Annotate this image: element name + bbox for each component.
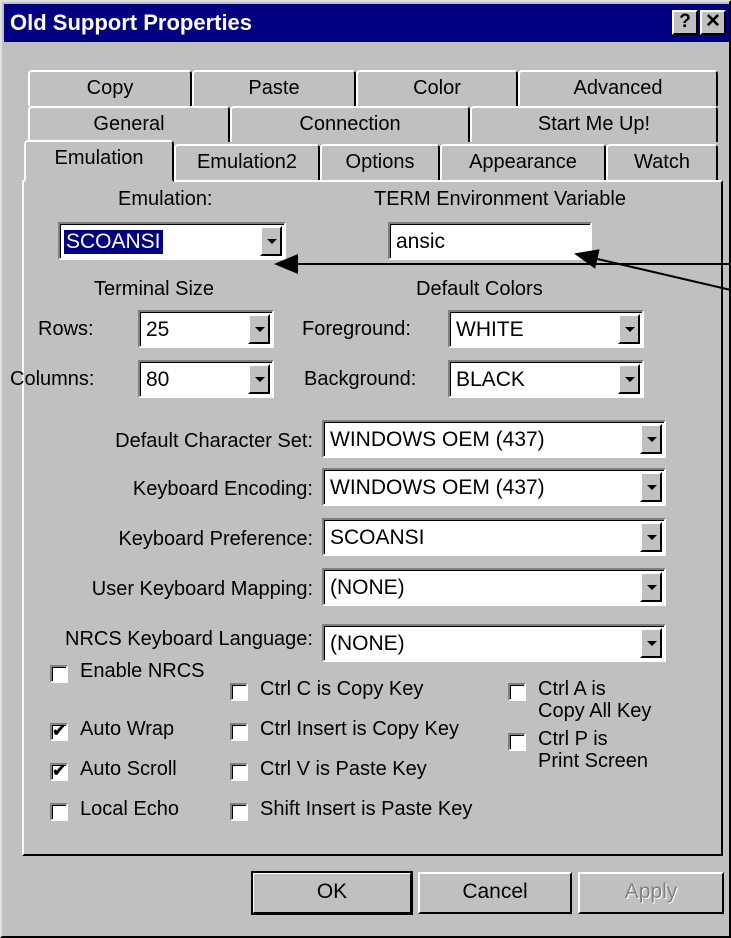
arrow-to-term-env bbox=[574, 249, 731, 291]
tab-emulation[interactable]: Emulation bbox=[24, 140, 174, 182]
